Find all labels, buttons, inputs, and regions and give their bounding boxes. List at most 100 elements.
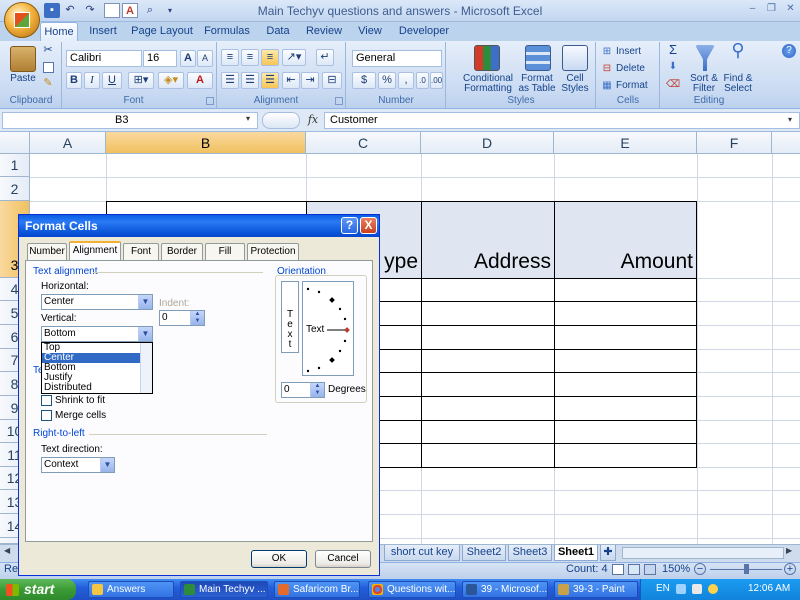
- borders-icon[interactable]: ⊞▾: [128, 72, 154, 89]
- dialog-title[interactable]: Format Cells: [19, 215, 379, 237]
- task-questions[interactable]: Questions wit...: [368, 581, 456, 598]
- format-as-table-line2[interactable]: as Table: [514, 84, 560, 94]
- sheet-tab-sheet1[interactable]: Sheet1: [554, 545, 598, 561]
- chevron-down-icon[interactable]: ▼: [100, 458, 114, 472]
- format-cells-icon[interactable]: ▦: [602, 81, 612, 91]
- font-color-qat-icon[interactable]: A: [122, 3, 138, 18]
- task-answers[interactable]: Answers: [88, 581, 174, 598]
- font-size-combo[interactable]: 16: [143, 50, 177, 67]
- insert-function-button[interactable]: fx: [305, 113, 321, 128]
- task-word[interactable]: 39 - Microsof...: [462, 581, 548, 598]
- tray-notification-icon[interactable]: [708, 584, 718, 594]
- decrease-decimal-icon[interactable]: .00: [430, 72, 443, 89]
- bold-button[interactable]: B: [66, 72, 82, 89]
- chevron-down-icon[interactable]: ▼: [138, 327, 152, 341]
- ok-button[interactable]: OK: [251, 550, 307, 568]
- new-document-icon[interactable]: [104, 3, 120, 18]
- help-icon[interactable]: ?: [782, 44, 796, 58]
- zoom-out-icon[interactable]: −: [694, 563, 706, 575]
- currency-button[interactable]: $: [352, 72, 376, 89]
- alignment-launcher-icon[interactable]: [335, 97, 343, 105]
- increase-decimal-icon[interactable]: .0: [416, 72, 429, 89]
- spinner-arrows-icon[interactable]: ▲ ▼: [190, 311, 204, 325]
- row-header-1[interactable]: 1: [0, 154, 30, 177]
- save-icon[interactable]: ▪: [44, 3, 60, 18]
- shrink-font-button[interactable]: A: [197, 50, 213, 67]
- cell-styles-icon[interactable]: [562, 45, 588, 71]
- restore-icon[interactable]: ❐: [765, 3, 778, 16]
- cell-d3[interactable]: Address: [421, 250, 551, 274]
- column-header-e[interactable]: E: [554, 132, 697, 154]
- decrease-indent-icon[interactable]: ⇤: [282, 72, 300, 89]
- tab-home[interactable]: Home: [40, 22, 78, 41]
- fill-color-icon[interactable]: ◈▾: [158, 72, 184, 89]
- sheet-tab-short-cut-key[interactable]: short cut key: [384, 545, 460, 561]
- align-bottom-icon[interactable]: ≡: [261, 49, 279, 66]
- sheet-tab-sheet2[interactable]: Sheet2: [462, 545, 506, 561]
- align-left-icon[interactable]: ☰: [221, 72, 239, 89]
- find-select-line2[interactable]: Select: [720, 84, 756, 94]
- task-excel[interactable]: Main Techyv ...: [180, 581, 268, 598]
- underline-button[interactable]: U: [102, 72, 122, 89]
- dtab-alignment[interactable]: Alignment: [69, 241, 121, 261]
- tab-formulas[interactable]: Formulas: [202, 22, 252, 41]
- customize-qat-icon[interactable]: ▾: [162, 3, 178, 18]
- sort-filter-line2[interactable]: Filter: [686, 84, 722, 94]
- dtab-fill[interactable]: Fill: [205, 243, 245, 260]
- cell-e3[interactable]: Amount: [554, 250, 693, 274]
- dropdown-scrollbar[interactable]: [140, 343, 152, 393]
- office-button[interactable]: [4, 2, 40, 38]
- task-safaricom[interactable]: Safaricom Br...: [274, 581, 360, 598]
- expand-formula-icon[interactable]: ▾: [788, 115, 792, 124]
- copy-icon[interactable]: [43, 62, 54, 73]
- dialog-help-button[interactable]: ?: [341, 217, 358, 234]
- row-header-2[interactable]: 2: [0, 177, 30, 201]
- orientation-icon[interactable]: ↗▾: [282, 49, 306, 66]
- name-box-dropdown-icon[interactable]: ▾: [246, 114, 250, 123]
- autosum-button[interactable]: Σ: [666, 43, 680, 56]
- font-name-combo[interactable]: Calibri: [66, 50, 142, 67]
- format-as-table-icon[interactable]: [525, 45, 551, 71]
- zoom-slider-thumb[interactable]: [744, 564, 749, 574]
- print-preview-icon[interactable]: ⌕: [142, 3, 158, 18]
- column-header-c[interactable]: C: [306, 132, 421, 154]
- tab-insert[interactable]: Insert: [84, 22, 122, 41]
- horizontal-scrollbar[interactable]: [622, 547, 784, 559]
- merge-cells-label[interactable]: Merge cells: [55, 410, 106, 421]
- normal-view-icon[interactable]: [612, 564, 624, 575]
- column-header-d[interactable]: D: [421, 132, 554, 154]
- merge-cells-checkbox[interactable]: [41, 410, 52, 421]
- dtab-protection[interactable]: Protection: [247, 243, 299, 260]
- language-indicator[interactable]: EN: [656, 583, 670, 594]
- redo-icon[interactable]: ↷: [82, 3, 98, 18]
- increase-indent-icon[interactable]: ⇥: [301, 72, 319, 89]
- formula-splitter[interactable]: [262, 112, 300, 129]
- dtab-font[interactable]: Font: [123, 243, 159, 260]
- delete-cells-icon[interactable]: ⊟: [602, 64, 612, 74]
- formula-input[interactable]: Customer: [324, 112, 800, 129]
- select-all-corner[interactable]: [0, 132, 30, 154]
- indent-spinner[interactable]: 0 ▲ ▼: [159, 310, 205, 326]
- vertical-select[interactable]: Bottom ▼: [41, 326, 153, 342]
- percent-button[interactable]: %: [378, 72, 396, 89]
- conditional-formatting-icon[interactable]: [474, 45, 500, 71]
- shrink-to-fit-checkbox[interactable]: [41, 395, 52, 406]
- align-top-icon[interactable]: ≡: [221, 49, 239, 66]
- sheet-tab-sheet3[interactable]: Sheet3: [508, 545, 552, 561]
- merge-center-icon[interactable]: ⊟: [322, 72, 342, 89]
- font-launcher-icon[interactable]: [206, 97, 214, 105]
- option-distributed[interactable]: Distributed: [42, 383, 152, 393]
- binoculars-icon[interactable]: ⚲: [728, 41, 748, 59]
- tab-page-layout[interactable]: Page Layout: [130, 22, 194, 41]
- tray-network-icon[interactable]: [676, 584, 686, 594]
- insert-sheet-icon[interactable]: ✚: [600, 545, 616, 561]
- column-header-g[interactable]: [772, 132, 800, 154]
- tab-view[interactable]: View: [354, 22, 386, 41]
- zoom-level[interactable]: 150%: [662, 563, 690, 575]
- align-right-icon[interactable]: ☰: [261, 72, 279, 89]
- fill-icon[interactable]: ⬇: [666, 62, 680, 72]
- task-paint[interactable]: 39-3 - Paint: [554, 581, 638, 598]
- vertical-dropdown-list[interactable]: Top Center Bottom Justify Distributed: [41, 342, 153, 394]
- cancel-button[interactable]: Cancel: [315, 550, 371, 568]
- zoom-in-icon[interactable]: +: [784, 563, 796, 575]
